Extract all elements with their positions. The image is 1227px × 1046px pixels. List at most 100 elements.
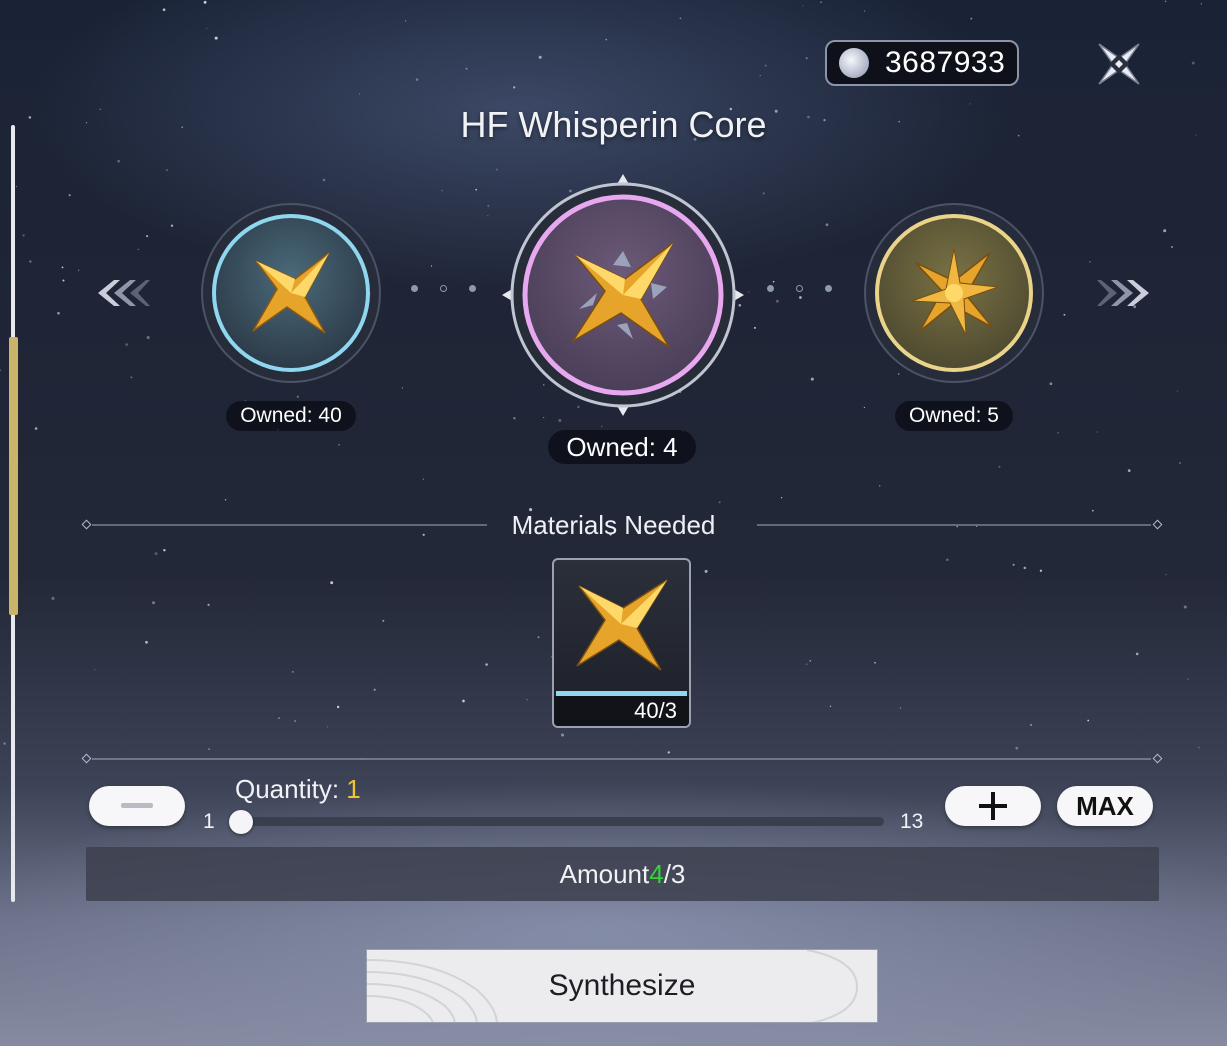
star-dot xyxy=(558,419,562,422)
star-dot xyxy=(465,67,468,70)
star-dot xyxy=(810,377,814,381)
decrease-button[interactable] xyxy=(89,786,185,826)
star-dot xyxy=(1198,746,1200,749)
star-dot xyxy=(704,569,708,573)
star-dot xyxy=(487,204,490,208)
amount-label: Amount xyxy=(559,858,650,889)
star-dot xyxy=(538,55,542,59)
star-dot xyxy=(1057,431,1059,434)
slider-thumb[interactable] xyxy=(229,810,253,834)
slider-min-label: 1 xyxy=(203,810,215,833)
double-chevron-left-icon xyxy=(98,280,150,306)
star-dot xyxy=(601,425,603,427)
amount-bar: Amount 4/3 xyxy=(86,847,1159,901)
star-dot xyxy=(1191,61,1195,65)
star-dot xyxy=(805,57,808,60)
star-dot xyxy=(1164,0,1167,3)
star-dot xyxy=(1015,746,1019,750)
star-dot xyxy=(29,260,32,263)
star-dot xyxy=(1039,569,1043,572)
star-dot xyxy=(278,717,280,719)
prev-arrow-button[interactable] xyxy=(92,276,152,310)
material-count: 40/3 xyxy=(554,696,689,726)
star-dot xyxy=(829,705,832,707)
star-dot xyxy=(62,279,65,282)
star-dot xyxy=(336,705,340,709)
currency-display: 3687933 xyxy=(825,40,1019,86)
star-dot xyxy=(137,248,139,251)
synthesize-label: Synthesize xyxy=(548,969,696,1002)
star-dot xyxy=(373,688,376,691)
star-dot xyxy=(77,269,80,272)
star-dot xyxy=(322,178,326,182)
star-dot xyxy=(68,194,71,197)
star-dot xyxy=(1171,246,1173,248)
star-dot xyxy=(1127,469,1131,472)
close-x-icon xyxy=(1098,43,1140,85)
synthesize-button[interactable]: Synthesize xyxy=(366,949,878,1023)
star-dot xyxy=(759,75,761,77)
carousel-item-right[interactable] xyxy=(863,202,1045,384)
star-dot xyxy=(117,159,120,163)
star-dot xyxy=(1165,574,1167,576)
star-dot xyxy=(441,189,443,192)
owned-label: Owned: 5 xyxy=(909,404,999,427)
star-dot xyxy=(970,17,973,20)
star-dot xyxy=(51,596,55,600)
star-dot xyxy=(430,265,433,267)
star-dot xyxy=(1179,462,1181,464)
star-dot xyxy=(462,699,465,703)
owned-badge-center: Owned: 4 xyxy=(548,430,696,464)
star-dot xyxy=(1089,261,1091,263)
star-dot xyxy=(330,581,334,585)
star-dot xyxy=(146,235,149,238)
next-arrow-button[interactable] xyxy=(1095,276,1155,310)
material-slot[interactable]: 40/3 xyxy=(552,558,691,728)
quantity-label-text: Quantity: xyxy=(235,774,347,804)
star-dot xyxy=(1200,3,1202,5)
star-dot xyxy=(34,427,38,430)
star-dot xyxy=(946,558,949,561)
star-dot xyxy=(146,336,150,340)
minus-icon xyxy=(121,803,153,808)
star-dot xyxy=(825,223,829,227)
owned-label: Owned: 4 xyxy=(566,431,678,462)
star-dot xyxy=(358,93,361,95)
carousel-item-left[interactable] xyxy=(200,202,382,384)
star-dot xyxy=(762,192,765,195)
star-dot xyxy=(130,376,133,379)
star-dot xyxy=(874,661,876,664)
star-dot xyxy=(772,280,775,283)
star-dot xyxy=(61,266,64,269)
star-dot xyxy=(326,726,328,728)
star-dot xyxy=(485,663,488,666)
quantity-slider[interactable] xyxy=(240,817,884,826)
close-button[interactable] xyxy=(1095,40,1143,88)
increase-button[interactable] xyxy=(945,786,1041,826)
star-dot xyxy=(775,299,779,303)
star-dot xyxy=(1023,566,1027,570)
owned-badge-right: Owned: 5 xyxy=(895,401,1013,431)
star-dot xyxy=(22,234,25,237)
star-dot xyxy=(207,603,210,607)
owned-label: Owned: 40 xyxy=(240,404,342,427)
star-dot xyxy=(0,369,2,372)
max-button[interactable]: MAX xyxy=(1057,786,1153,826)
star-dot xyxy=(1187,678,1189,680)
star-dot xyxy=(809,660,811,662)
star-dot xyxy=(605,38,608,41)
star-dot xyxy=(780,496,783,499)
star-dot xyxy=(57,312,60,315)
star-dot xyxy=(718,501,721,504)
star-dot xyxy=(679,17,682,20)
carousel-item-center[interactable] xyxy=(500,172,746,418)
star-dot xyxy=(863,406,866,409)
owned-badge-left: Owned: 40 xyxy=(226,401,356,431)
star-dot xyxy=(405,20,407,22)
star-dot xyxy=(820,1,822,3)
star-dot xyxy=(802,5,804,7)
star-dot xyxy=(154,552,158,556)
star-dot xyxy=(415,78,419,81)
star-dot xyxy=(1183,605,1187,609)
star-dot xyxy=(561,733,564,737)
